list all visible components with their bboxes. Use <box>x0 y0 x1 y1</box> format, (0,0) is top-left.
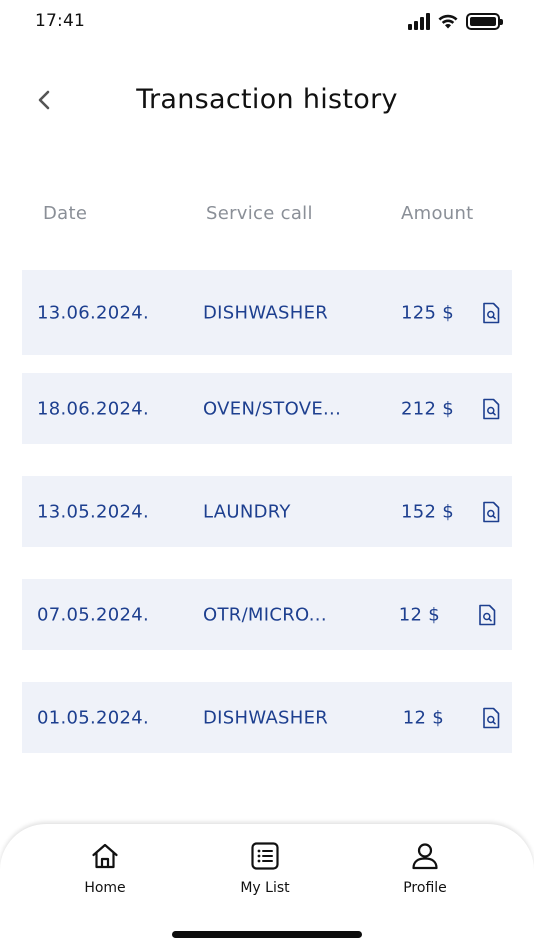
wifi-icon <box>438 14 458 28</box>
transaction-history-screen: 17:41 Transaction history Date Service c… <box>0 0 534 950</box>
transaction-amount: 12 $ <box>402 707 444 728</box>
transaction-date: 13.06.2024. <box>37 302 150 323</box>
transaction-amount: 12 $ <box>398 604 440 625</box>
home-indicator <box>172 931 362 938</box>
transaction-row[interactable]: 01.05.2024. DISHWASHER 12 $ <box>22 682 512 753</box>
column-header-amount: Amount <box>401 203 474 224</box>
nav-my-list-label: My List <box>240 880 290 896</box>
document-search-icon[interactable] <box>482 398 500 420</box>
transaction-amount: 152 $ <box>400 501 454 522</box>
nav-profile-label: Profile <box>403 880 447 896</box>
column-header-service: Service call <box>206 203 313 224</box>
document-search-icon[interactable] <box>482 707 500 729</box>
status-time: 17:41 <box>35 11 85 31</box>
home-icon <box>89 840 121 872</box>
transaction-date: 13.05.2024. <box>37 501 150 522</box>
column-header-date: Date <box>43 203 88 224</box>
document-search-icon[interactable] <box>478 604 496 626</box>
status-icons <box>408 12 503 30</box>
transaction-service: LAUNDRY <box>203 501 291 522</box>
document-search-icon[interactable] <box>482 302 500 324</box>
transaction-service: OTR/MICRO... <box>203 604 327 625</box>
transaction-amount: 125 $ <box>400 302 454 323</box>
transaction-date: 18.06.2024. <box>37 398 150 419</box>
battery-icon <box>466 12 503 30</box>
transaction-service: DISHWASHER <box>203 707 329 728</box>
transaction-list: 13.06.2024. DISHWASHER 125 $ 18.06.2024.… <box>22 270 512 753</box>
nav-home-label: Home <box>84 880 126 896</box>
status-bar: 17:41 <box>0 0 534 44</box>
nav-home[interactable]: Home <box>55 840 155 896</box>
user-icon <box>409 840 441 872</box>
nav-profile[interactable]: Profile <box>375 840 475 896</box>
transaction-row[interactable]: 13.06.2024. DISHWASHER 125 $ <box>22 270 512 355</box>
transaction-date: 01.05.2024. <box>37 707 150 728</box>
document-search-icon[interactable] <box>482 501 500 523</box>
page-title: Transaction history <box>136 84 398 115</box>
transaction-row[interactable]: 13.05.2024. LAUNDRY 152 $ <box>22 476 512 547</box>
transaction-service: OVEN/STOVE... <box>203 398 342 419</box>
transaction-date: 07.05.2024. <box>37 604 150 625</box>
transaction-amount: 212 $ <box>400 398 454 419</box>
transaction-service: DISHWASHER <box>203 302 329 323</box>
transaction-row[interactable]: 07.05.2024. OTR/MICRO... 12 $ <box>22 579 512 650</box>
list-icon <box>249 840 281 872</box>
cellular-signal-icon <box>408 12 430 30</box>
transaction-row[interactable]: 18.06.2024. OVEN/STOVE... 212 $ <box>22 373 512 444</box>
nav-my-list[interactable]: My List <box>215 840 315 896</box>
